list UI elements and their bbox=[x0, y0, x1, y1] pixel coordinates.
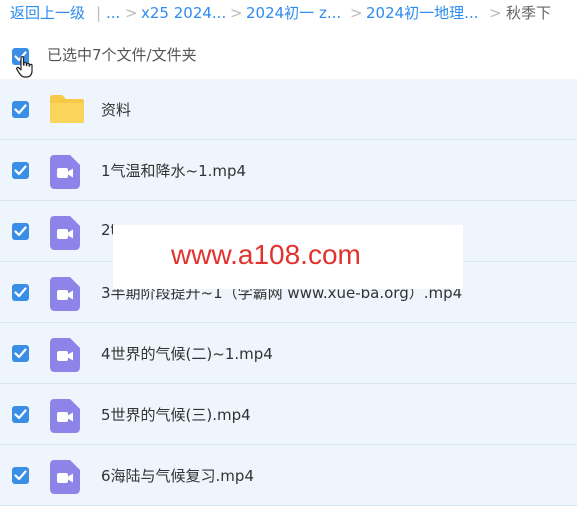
breadcrumb-item-2[interactable]: 2024初一 z... bbox=[246, 1, 341, 25]
selection-count-label: 已选中7个文件/文件夹 bbox=[47, 46, 197, 64]
file-checkbox[interactable] bbox=[12, 162, 29, 179]
file-checkbox[interactable] bbox=[12, 101, 29, 118]
file-row[interactable]: 1气温和降水~1.mp4 bbox=[0, 140, 577, 201]
file-row[interactable]: 5世界的气候(三).mp4 bbox=[0, 384, 577, 445]
file-name[interactable]: 6海陆与气候复习.mp4 bbox=[101, 465, 254, 486]
breadcrumb-divider: | bbox=[96, 4, 102, 22]
video-file-icon bbox=[48, 154, 82, 194]
file-row[interactable]: 6海陆与气候复习.mp4 bbox=[0, 445, 577, 506]
file-name[interactable]: 资料 bbox=[101, 99, 131, 120]
breadcrumb-current: 秋季下 bbox=[506, 4, 552, 22]
video-file-icon bbox=[48, 337, 82, 377]
folder-icon bbox=[48, 93, 86, 129]
video-file-icon bbox=[48, 215, 82, 255]
file-list: 资料 1气温和降水~1.mp4 2t 3半期阶段提升~1（学霸网 www.xue-ba… bbox=[0, 79, 577, 506]
breadcrumb-ellipsis[interactable]: ... bbox=[106, 1, 120, 25]
breadcrumb-separator: > bbox=[125, 4, 138, 22]
hand-cursor-icon bbox=[16, 56, 33, 78]
watermark-text: www.a108.com bbox=[171, 239, 361, 270]
file-name[interactable]: 5世界的气候(三).mp4 bbox=[101, 404, 251, 425]
breadcrumb-separator: > bbox=[489, 4, 502, 22]
breadcrumb-separator: > bbox=[230, 4, 243, 22]
watermark-banner: www.a108.com bbox=[113, 225, 463, 289]
file-row[interactable]: 资料 bbox=[0, 79, 577, 140]
breadcrumb-item-3[interactable]: 2024初一地理... bbox=[366, 1, 478, 25]
video-file-icon bbox=[48, 276, 82, 316]
breadcrumb: 返回上一级 | ... > x25 2024... > 2024初一 z... … bbox=[0, 0, 577, 28]
breadcrumb-separator: > bbox=[350, 4, 363, 22]
selection-bar: 已选中7个文件/文件夹 bbox=[0, 38, 577, 78]
video-file-icon bbox=[48, 459, 82, 499]
back-link[interactable]: 返回上一级 bbox=[10, 1, 85, 25]
file-name[interactable]: 1气温和降水~1.mp4 bbox=[101, 160, 246, 181]
file-checkbox[interactable] bbox=[12, 406, 29, 423]
file-checkbox[interactable] bbox=[12, 467, 29, 484]
file-checkbox[interactable] bbox=[12, 223, 29, 240]
file-name[interactable]: 4世界的气候(二)~1.mp4 bbox=[101, 343, 273, 364]
file-checkbox[interactable] bbox=[12, 284, 29, 301]
file-checkbox[interactable] bbox=[12, 345, 29, 362]
video-file-icon bbox=[48, 398, 82, 438]
file-row[interactable]: 4世界的气候(二)~1.mp4 bbox=[0, 323, 577, 384]
breadcrumb-item-1[interactable]: x25 2024... bbox=[141, 1, 226, 25]
